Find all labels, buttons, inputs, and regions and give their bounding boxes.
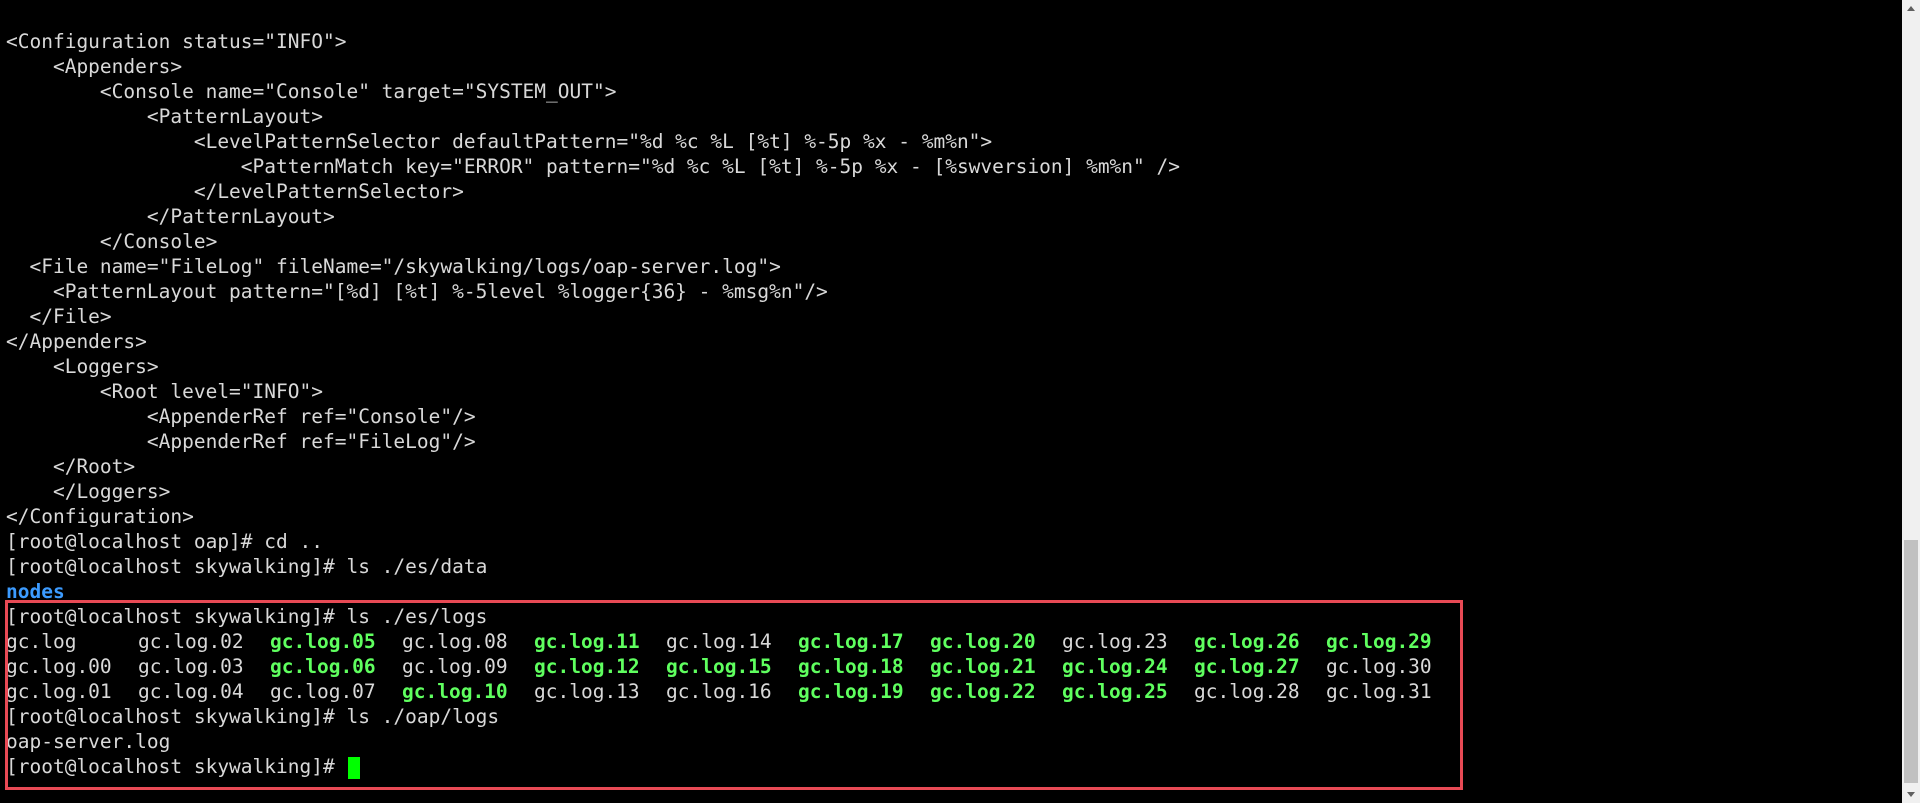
arrow-down-icon xyxy=(1907,792,1915,797)
file-entry: gc.log.29 xyxy=(1326,630,1432,653)
file-entry: gc.log.11 xyxy=(534,630,640,653)
terminal-line: <Console name="Console" target="SYSTEM_O… xyxy=(6,80,617,103)
terminal-line: </Root> xyxy=(6,455,136,478)
file-entry: gc.log.13 xyxy=(534,680,640,703)
text-cursor xyxy=(348,756,361,779)
file-entry: gc.log.30 xyxy=(1326,655,1432,678)
terminal-line: </File> xyxy=(6,305,112,328)
vertical-scrollbar[interactable] xyxy=(1902,0,1920,803)
file-entry: gc.log.09 xyxy=(402,655,508,678)
command-line: [root@localhost skywalking]# ls ./oap/lo… xyxy=(6,705,500,728)
terminal-line: <Root level="INFO"> xyxy=(6,380,323,403)
terminal-line: [root@localhost oap]# cd .. xyxy=(6,530,323,553)
terminal-line: <AppenderRef ref="FileLog"/> xyxy=(6,430,476,453)
file-entry: gc.log.16 xyxy=(666,680,772,703)
file-entry: gc.log.28 xyxy=(1194,680,1300,703)
terminal-line: </PatternLayout> xyxy=(6,205,335,228)
file-entry: gc.log.22 xyxy=(930,680,1036,703)
terminal-line: </Configuration> xyxy=(6,505,194,528)
file-entry: gc.log.14 xyxy=(666,630,772,653)
file-entry: gc.log.17 xyxy=(798,630,904,653)
scrollbar-thumb[interactable] xyxy=(1904,540,1918,783)
file-entry: gc.log.15 xyxy=(666,655,772,678)
file-entry: gc.log.21 xyxy=(930,655,1036,678)
file-entry: gc.log.06 xyxy=(270,655,376,678)
file-entry: gc.log.26 xyxy=(1194,630,1300,653)
terminal-line: </Appenders> xyxy=(6,330,147,353)
file-entry: gc.log.12 xyxy=(534,655,640,678)
file-entry: gc.log.10 xyxy=(402,680,508,703)
scroll-down-button[interactable] xyxy=(1902,786,1920,803)
file-entry: gc.log.23 xyxy=(1062,630,1168,653)
terminal-line: <LevelPatternSelector defaultPattern="%d… xyxy=(6,130,993,153)
file-entry: gc.log.19 xyxy=(798,680,904,703)
terminal-line: <File name="FileLog" fileName="/skywalki… xyxy=(6,255,781,278)
file-entry: gc.log.24 xyxy=(1062,655,1168,678)
file-entry: gc.log.31 xyxy=(1326,680,1432,703)
scroll-up-button[interactable] xyxy=(1902,0,1920,17)
file-entry: gc.log.25 xyxy=(1062,680,1168,703)
prompt-line[interactable]: [root@localhost skywalking]# xyxy=(6,754,1458,779)
file-entry: gc.log.02 xyxy=(138,630,244,653)
terminal-line: <Appenders> xyxy=(6,55,183,78)
terminal-line: [root@localhost skywalking]# ls ./es/dat… xyxy=(6,555,488,578)
terminal-line: </Console> xyxy=(6,230,218,253)
file-entry: gc.log xyxy=(6,630,77,653)
terminal-window[interactable]: <Configuration status="INFO"> <Appenders… xyxy=(0,0,1902,803)
file-entry: gc.log.27 xyxy=(1194,655,1300,678)
terminal-line: </Loggers> xyxy=(6,480,171,503)
terminal-line: <PatternLayout pattern="[%d] [%t] %-5lev… xyxy=(6,280,828,303)
file-listing: gc.log gc.log.02 gc.log.05 gc.log.08 gc.log.… xyxy=(6,629,1458,704)
terminal-line: <Loggers> xyxy=(6,355,159,378)
file-entry: gc.log.07 xyxy=(270,680,376,703)
directory-entry: nodes xyxy=(6,580,65,603)
terminal-output: <Configuration status="INFO"> <Appenders… xyxy=(6,29,1458,779)
terminal-line: </LevelPatternSelector> xyxy=(6,180,464,203)
terminal-line: <PatternMatch key="ERROR" pattern="%d %c… xyxy=(6,155,1180,178)
shell-prompt: [root@localhost skywalking]# xyxy=(6,755,347,778)
file-entry: gc.log.20 xyxy=(930,630,1036,653)
file-entry: gc.log.00 xyxy=(6,655,112,678)
file-entry: gc.log.08 xyxy=(402,630,508,653)
file-entry: gc.log.05 xyxy=(270,630,376,653)
file-entry: gc.log.18 xyxy=(798,655,904,678)
terminal-line: <PatternLayout> xyxy=(6,105,323,128)
file-entry: gc.log.03 xyxy=(138,655,244,678)
file-entry: gc.log.01 xyxy=(6,680,112,703)
command-line: [root@localhost skywalking]# ls ./es/log… xyxy=(6,605,488,628)
file-entry: oap-server.log xyxy=(6,730,171,753)
file-entry: gc.log.04 xyxy=(138,680,244,703)
terminal-line: <AppenderRef ref="Console"/> xyxy=(6,405,476,428)
arrow-up-icon xyxy=(1907,6,1915,11)
terminal-line: <Configuration status="INFO"> xyxy=(6,30,347,53)
